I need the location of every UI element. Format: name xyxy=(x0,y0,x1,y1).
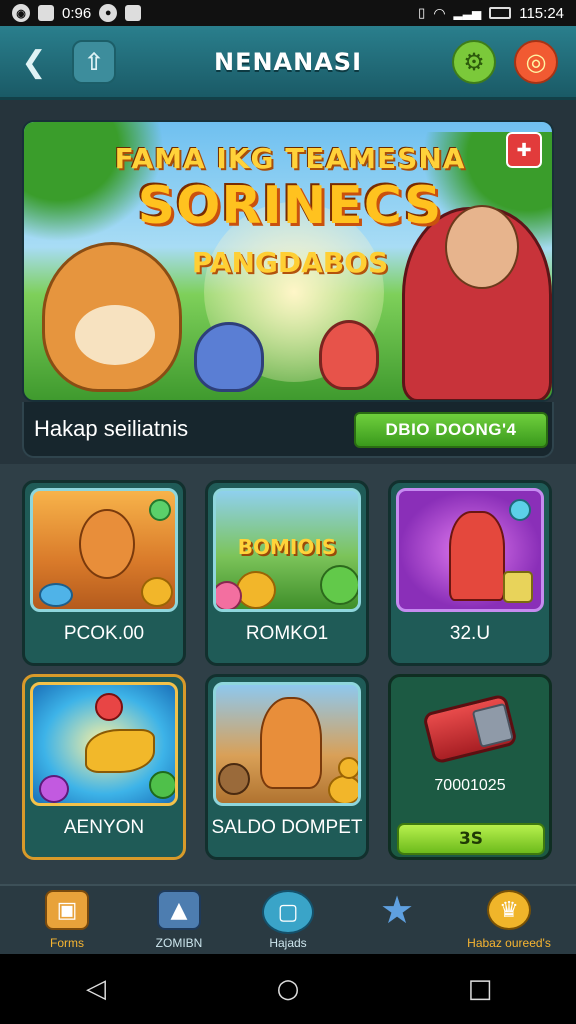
nav-label: Hajads xyxy=(269,936,307,950)
notification-icon: ◎ xyxy=(525,48,547,76)
card-label: ROMKO1 xyxy=(245,623,329,644)
circle-home-icon: ○ xyxy=(276,974,300,1004)
game-thumbnail xyxy=(396,488,544,612)
app-notification-icon: ◉ xyxy=(12,4,30,22)
rocket-fish-icon xyxy=(85,729,155,773)
card-icon xyxy=(503,571,533,603)
gem-icon xyxy=(509,499,531,521)
barrel-icon xyxy=(218,763,250,795)
purple-orb-icon xyxy=(39,775,69,803)
coin-icon xyxy=(216,581,242,609)
gift-icon: ✚ xyxy=(516,139,532,161)
back-chevron-icon: ❮ xyxy=(21,44,47,80)
shirt-icon: ▲ xyxy=(157,890,201,930)
star-icon: ★ xyxy=(379,888,415,932)
ticket-icon xyxy=(421,693,519,765)
nav-item-hajads[interactable]: ▢ Hajads xyxy=(233,886,343,956)
back-button[interactable]: ❮ xyxy=(12,40,56,84)
shield-icon: ▢ xyxy=(262,890,314,934)
game-grid: PCOK.00 BOMIOIS ROMKO1 32.U AENYON SALDO… xyxy=(0,464,576,884)
system-home-button[interactable]: ○ xyxy=(268,969,308,1009)
game-card[interactable]: SALDO DOMPET xyxy=(205,674,369,860)
banner-badge[interactable]: ✚ xyxy=(506,132,542,168)
up-button[interactable]: ⇧ xyxy=(72,40,116,84)
app-header: ❮ ⇧ NENANASI ⚙ ◎ xyxy=(0,26,576,100)
home-chest-icon: ▣ xyxy=(45,890,89,930)
main-content: FAMA IKG TEAMESNA SORINECS PANGDABOS ✚ H… xyxy=(0,100,576,884)
game-thumbnail xyxy=(30,488,178,612)
green-orb-icon xyxy=(149,771,175,799)
nav-item-star[interactable]: ★ xyxy=(342,886,452,956)
signal-icon: ▂▃▅ xyxy=(453,6,482,20)
promo-banner[interactable]: FAMA IKG TEAMESNA SORINECS PANGDABOS ✚ xyxy=(22,120,554,402)
square-recents-icon: □ xyxy=(467,974,493,1004)
camera-icon: ● xyxy=(99,4,118,22)
settings-button[interactable]: ⚙ xyxy=(452,40,496,84)
info-label: Hakap seiliatnis xyxy=(34,416,189,441)
notification-button[interactable]: ◎ xyxy=(514,40,558,84)
trophy-icon: ♛ xyxy=(487,890,531,930)
game-thumbnail xyxy=(213,682,361,806)
system-back-button[interactable]: ◁ xyxy=(76,969,116,1009)
nav-item-habaz[interactable]: ♛ Habaz oureed's xyxy=(454,886,564,956)
banner-title: SORINECS xyxy=(137,176,443,236)
fox-character xyxy=(260,697,322,789)
banner-subtitle: PANGDABOS xyxy=(191,246,389,279)
status-time-left: 0:96 xyxy=(62,4,92,22)
girl-character xyxy=(319,320,379,390)
coin-icon xyxy=(141,577,173,607)
wallet-action-button[interactable]: 3S xyxy=(397,823,545,855)
man-character xyxy=(402,205,552,400)
triangle-back-icon: ◁ xyxy=(86,974,106,1004)
player-character xyxy=(449,511,505,601)
coin-icon xyxy=(338,757,358,779)
red-plus-icon xyxy=(95,693,123,721)
system-nav-bar: ◁ ○ □ xyxy=(0,954,576,1024)
nav-label: ZOMIBN xyxy=(155,936,203,950)
coin-icon xyxy=(328,775,358,803)
gear-icon: ⚙ xyxy=(463,48,485,76)
game-card[interactable]: BOMIOIS ROMKO1 xyxy=(205,480,369,666)
nav-label: Forms xyxy=(50,936,84,950)
slime-icon xyxy=(320,565,358,605)
card-label: 32.U xyxy=(449,623,491,644)
status-time-right: 115:24 xyxy=(519,4,564,22)
nav-label: Habaz oureed's xyxy=(467,936,551,950)
card-label: AENYON xyxy=(63,817,145,838)
status-bar: ◉ 0:96 ● ▯ ◠ ▂▃▅ 115:24 xyxy=(0,0,576,26)
vibrate-icon: ▯ xyxy=(418,5,426,20)
arrow-up-icon: ⇧ xyxy=(83,48,105,76)
thumb-title: BOMIOIS xyxy=(237,535,337,559)
game-thumbnail xyxy=(30,682,178,806)
fox-character xyxy=(79,509,135,579)
info-action-button[interactable]: DBIO DOONG'4 xyxy=(354,412,548,448)
nav-item-forms[interactable]: ▣ Forms xyxy=(12,886,122,956)
card-label: SALDO DOMPET xyxy=(211,817,363,838)
game-card[interactable]: 32.U xyxy=(388,480,552,666)
nav-item-zomibn[interactable]: ▲ ZOMIBN xyxy=(124,886,234,956)
gallery-icon xyxy=(38,5,54,21)
system-recents-button[interactable]: □ xyxy=(460,969,500,1009)
wallet-card[interactable]: 70001025 3S xyxy=(388,674,552,860)
game-card[interactable]: AENYON xyxy=(22,674,186,860)
coin-icon xyxy=(39,583,73,607)
game-card[interactable]: PCOK.00 xyxy=(22,480,186,666)
coin-icon xyxy=(236,571,276,609)
page-title: NENANASI xyxy=(213,48,362,76)
battery-icon xyxy=(489,7,512,19)
banner-headline: FAMA IKG TEAMESNA xyxy=(114,142,466,175)
wifi-icon: ◠ xyxy=(433,4,446,21)
coin-icon xyxy=(149,499,171,521)
card-label: PCOK.00 xyxy=(63,623,145,644)
bottom-nav: ▣ Forms ▲ ZOMIBN ▢ Hajads ★ ♛ Habaz oure… xyxy=(0,884,576,954)
game-thumbnail: BOMIOIS xyxy=(213,488,361,612)
mail-icon xyxy=(125,5,142,21)
blue-cat-character xyxy=(194,322,264,392)
wallet-value: 70001025 xyxy=(434,777,506,794)
info-strip: Hakap seiliatnis DBIO DOONG'4 xyxy=(22,402,554,458)
